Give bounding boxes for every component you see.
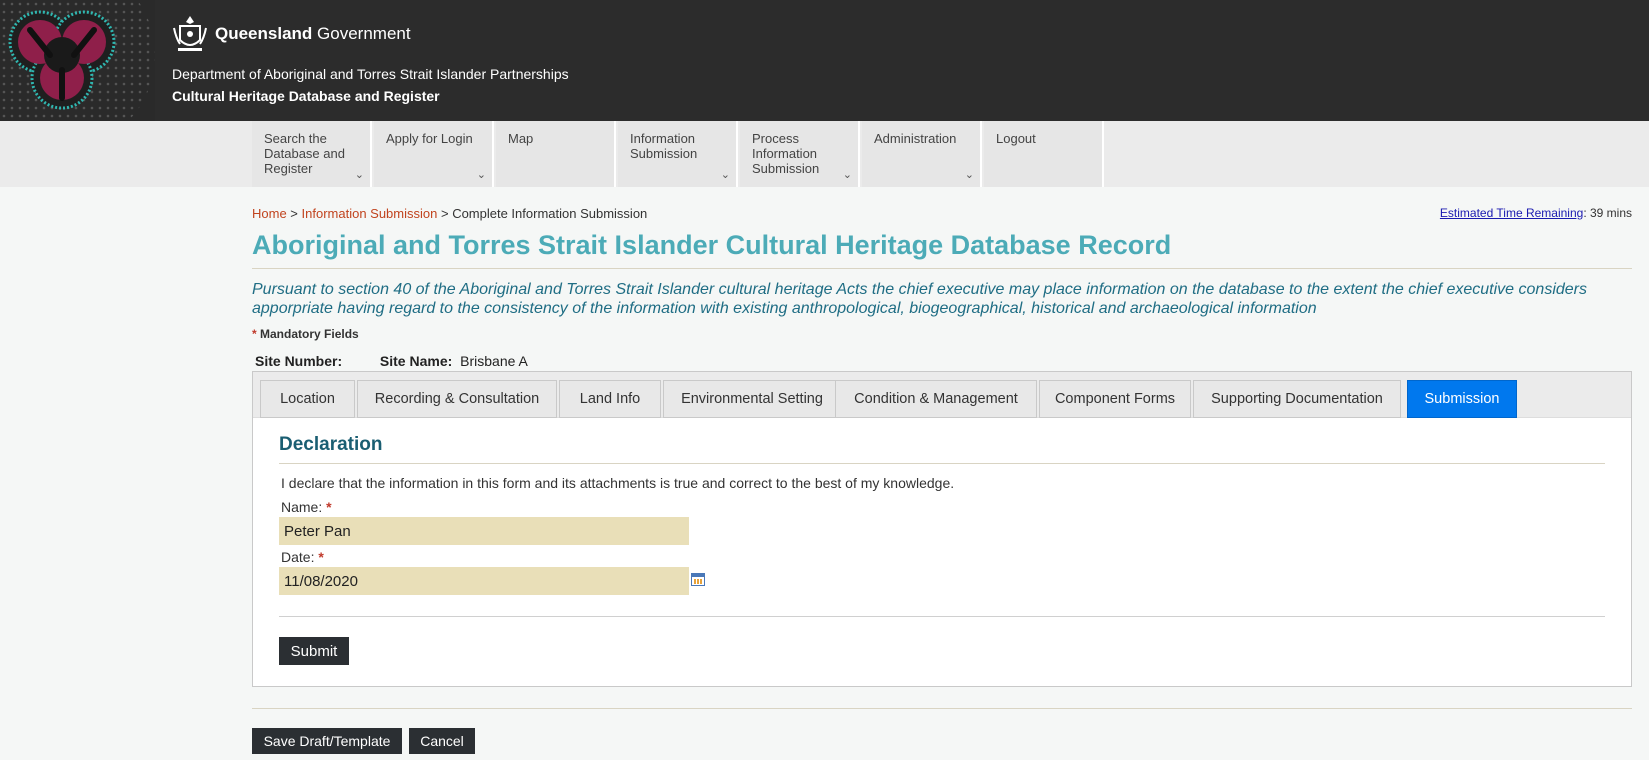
calendar-icon[interactable] — [691, 573, 705, 586]
required-asterisk: * — [252, 327, 257, 341]
breadcrumb-current: Complete Information Submission — [452, 206, 648, 221]
tab-environmental-setting[interactable]: Environmental Setting — [663, 380, 841, 418]
tab-condition-management[interactable]: Condition & Management — [835, 380, 1037, 418]
nav-item-label: Information Submission — [630, 131, 698, 161]
divider — [279, 463, 1605, 464]
breadcrumb-separator: > — [286, 206, 302, 221]
site-number-label: Site Number: — [255, 353, 343, 369]
name-input[interactable] — [279, 517, 689, 545]
mandatory-label: Mandatory Fields — [260, 327, 359, 341]
chevron-down-icon: ⌄ — [354, 169, 364, 181]
required-asterisk: * — [318, 549, 324, 565]
nav-item-apply-login[interactable]: Apply for Login ⌄ — [374, 121, 494, 187]
chevron-down-icon: ⌄ — [720, 169, 730, 181]
site-name-value: Brisbane A — [460, 353, 528, 369]
qld-coat-of-arms-icon — [172, 14, 208, 54]
nav-item-label: Process Information Submission — [752, 131, 820, 176]
nav-item-search[interactable]: Search the Database and Register ⌄ — [252, 121, 372, 187]
tab-recording-consultation[interactable]: Recording & Consultation — [357, 380, 557, 418]
divider — [279, 616, 1605, 617]
department-name: Department of Aboriginal and Torres Stra… — [172, 66, 569, 82]
tab-land-info[interactable]: Land Info — [559, 380, 661, 418]
submit-button[interactable]: Submit — [279, 637, 349, 665]
nav-item-label: Search the Database and Register — [264, 131, 345, 176]
page-title: Aboriginal and Torres Strait Islander Cu… — [252, 230, 1172, 260]
date-field-label: Date: * — [281, 549, 324, 565]
divider — [252, 268, 1632, 269]
record-panel: Location Recording & Consultation Land I… — [252, 371, 1632, 687]
date-label: Date: — [281, 549, 315, 565]
nav-item-map[interactable]: Map — [496, 121, 616, 187]
tab-component-forms[interactable]: Component Forms — [1039, 380, 1191, 418]
nav-item-label: Map — [508, 131, 534, 146]
declaration-text: I declare that the information in this f… — [281, 475, 955, 491]
nav-item-administration[interactable]: Administration ⌄ — [862, 121, 982, 187]
qld-title-bold: Queensland — [215, 24, 313, 43]
declaration-heading: Declaration — [279, 434, 383, 455]
breadcrumb: Home > Information Submission > Complete… — [252, 206, 647, 221]
app-name: Cultural Heritage Database and Register — [172, 88, 440, 104]
save-draft-button[interactable]: Save Draft/Template — [252, 728, 402, 754]
breadcrumb-separator: > — [437, 206, 453, 221]
name-field-label: Name: * — [281, 499, 332, 515]
site-name-label: Site Name: — [379, 353, 453, 369]
tab-submission[interactable]: Submission — [1407, 380, 1517, 418]
nav-item-label: Apply for Login — [386, 131, 473, 146]
breadcrumb-section-link[interactable]: Information Submission — [302, 206, 438, 221]
cancel-button[interactable]: Cancel — [409, 728, 475, 754]
site-header: Queensland Government Department of Abor… — [0, 0, 1649, 121]
site-info: Site Number: Site Name: Brisbane A — [255, 353, 528, 369]
time-remaining: Estimated Time Remaining: 39 mins — [1440, 206, 1632, 220]
required-asterisk: * — [326, 499, 332, 515]
tab-bar: Location Recording & Consultation Land I… — [253, 372, 1631, 418]
qld-title-rest: Government — [312, 24, 411, 43]
nav-item-label: Administration — [874, 131, 957, 146]
tab-supporting-documentation[interactable]: Supporting Documentation — [1193, 380, 1401, 418]
chevron-down-icon: ⌄ — [476, 169, 486, 181]
chevron-down-icon: ⌄ — [842, 169, 852, 181]
intro-text: Pursuant to section 40 of the Aboriginal… — [252, 281, 1587, 317]
name-label: Name: — [281, 499, 323, 515]
time-remaining-value: : 39 mins — [1583, 206, 1632, 220]
nav-item-logout[interactable]: Logout — [984, 121, 1104, 187]
nav-item-information-submission[interactable]: Information Submission ⌄ — [618, 121, 738, 187]
breadcrumb-home-link[interactable]: Home — [252, 206, 287, 221]
main-nav: Search the Database and Register ⌄ Apply… — [0, 121, 1649, 187]
nav-item-process-submission[interactable]: Process Information Submission ⌄ — [740, 121, 860, 187]
tab-location[interactable]: Location — [260, 380, 355, 418]
nav-item-label: Logout — [996, 131, 1036, 146]
indigenous-artwork-logo — [0, 0, 155, 121]
qld-government-title: Queensland Government — [215, 24, 411, 44]
date-input[interactable] — [279, 567, 689, 595]
mandatory-fields-note: * Mandatory Fields — [252, 327, 359, 341]
divider — [252, 708, 1632, 709]
chevron-down-icon: ⌄ — [964, 169, 974, 181]
time-remaining-link[interactable]: Estimated Time Remaining — [1440, 206, 1583, 220]
